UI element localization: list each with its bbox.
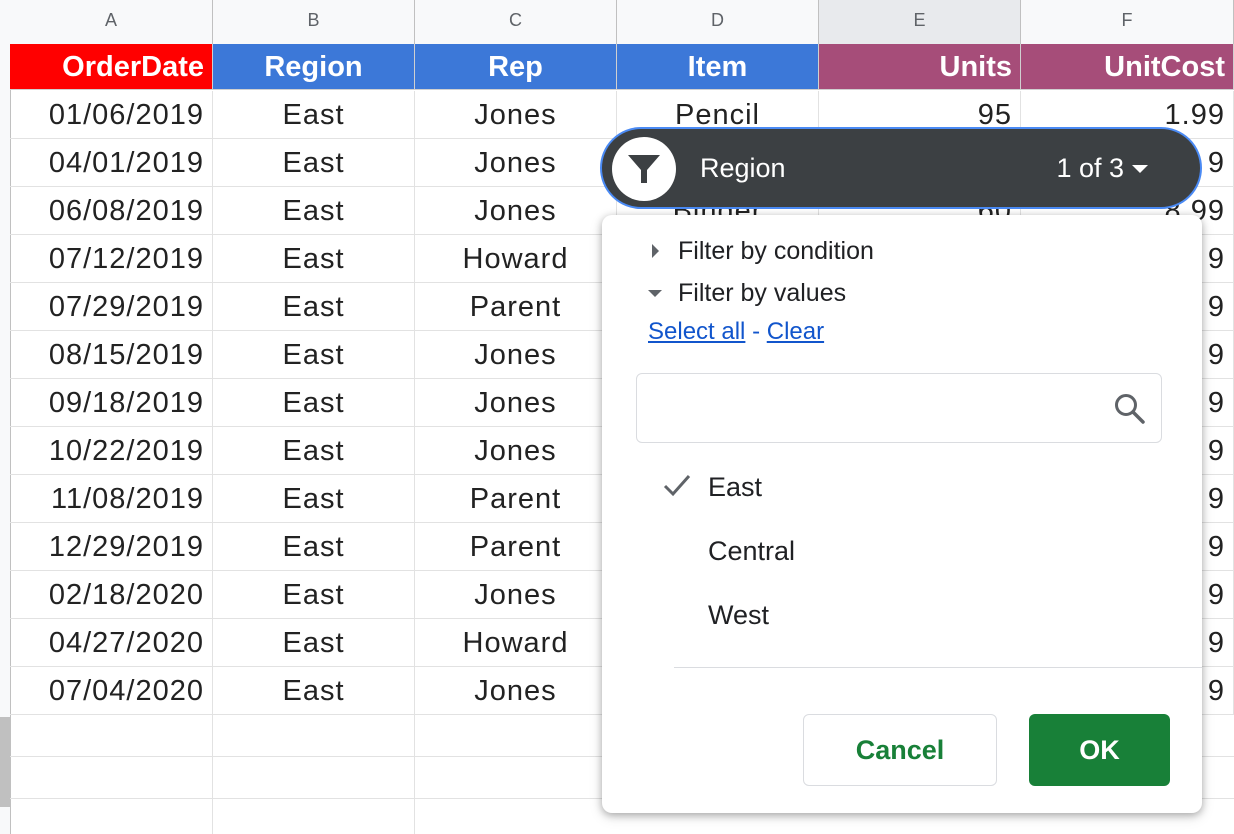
cell-order-date[interactable]: 07/04/2020	[10, 667, 213, 715]
select-all-link[interactable]: Select all	[648, 318, 745, 345]
cell-region[interactable]: East	[213, 139, 415, 187]
cell-region[interactable]: East	[213, 571, 415, 619]
cell-order-date[interactable]: 04/27/2020	[10, 619, 213, 667]
cell-rep[interactable]: Jones	[415, 379, 617, 427]
cell-rep[interactable]: Parent	[415, 475, 617, 523]
check-icon	[663, 475, 691, 497]
cell-region[interactable]: East	[213, 283, 415, 331]
cell-rep[interactable]: Jones	[415, 571, 617, 619]
cell-rep[interactable]: Jones	[415, 187, 617, 235]
header-cell-units[interactable]: Units	[819, 44, 1021, 90]
search-icon	[1115, 394, 1145, 424]
cell-rep[interactable]: Parent	[415, 283, 617, 331]
cell-region[interactable]: East	[213, 619, 415, 667]
filter-panel: Filter by condition Filter by values Sel…	[602, 215, 1202, 813]
column-header-e[interactable]: E	[819, 0, 1021, 44]
column-header-f[interactable]: F	[1021, 0, 1234, 44]
cancel-button[interactable]: Cancel	[803, 714, 997, 786]
header-cell-orderdate[interactable]: OrderDate	[10, 44, 213, 90]
cell-order-date[interactable]: 01/06/2019	[10, 91, 213, 139]
ok-button[interactable]: OK	[1029, 714, 1170, 786]
cell-region[interactable]: East	[213, 187, 415, 235]
cell-order-date[interactable]: 04/01/2019	[10, 139, 213, 187]
cell-order-date[interactable]: 11/08/2019	[10, 475, 213, 523]
filter-value-central[interactable]: Central	[708, 534, 795, 568]
chevron-down-icon	[1132, 165, 1148, 173]
cell-region[interactable]: East	[213, 475, 415, 523]
cell-region[interactable]: East	[213, 91, 415, 139]
link-separator: -	[752, 318, 761, 345]
column-header-a[interactable]: A	[10, 0, 213, 44]
cell-rep[interactable]: Jones	[415, 427, 617, 475]
filter-by-condition-toggle[interactable]: Filter by condition	[678, 235, 874, 267]
filter-value-east[interactable]: East	[708, 470, 762, 504]
cell-order-date[interactable]: 10/22/2019	[10, 427, 213, 475]
column-headers: A B C D E F	[0, 0, 1234, 45]
cell-order-date[interactable]: 12/29/2019	[10, 523, 213, 571]
column-header-b[interactable]: B	[213, 0, 415, 44]
filter-by-values-toggle[interactable]: Filter by values	[678, 277, 846, 309]
cell-region[interactable]: East	[213, 331, 415, 379]
grid-line	[414, 715, 415, 834]
expand-down-icon	[648, 290, 662, 297]
cell-region[interactable]: East	[213, 523, 415, 571]
filter-chip-count: 1 of 3	[1056, 153, 1124, 183]
cell-rep[interactable]: Jones	[415, 139, 617, 187]
select-links: Select all - Clear	[648, 317, 824, 347]
search-input[interactable]	[636, 373, 1162, 443]
cell-rep[interactable]: Howard	[415, 619, 617, 667]
cell-region[interactable]: East	[213, 235, 415, 283]
expand-right-icon	[652, 244, 659, 258]
header-cell-item[interactable]: Item	[617, 44, 819, 90]
filter-value-west[interactable]: West	[708, 598, 769, 632]
header-cell-unitcost[interactable]: UnitCost	[1021, 44, 1234, 90]
filter-chip-label: Region	[700, 153, 786, 183]
filter-icon	[628, 155, 660, 183]
cell-order-date[interactable]: 07/29/2019	[10, 283, 213, 331]
cell-rep[interactable]: Howard	[415, 235, 617, 283]
column-header-d[interactable]: D	[617, 0, 819, 44]
cell-rep[interactable]: Jones	[415, 667, 617, 715]
cell-region[interactable]: East	[213, 379, 415, 427]
cell-rep[interactable]: Jones	[415, 331, 617, 379]
filter-chip-region[interactable]: Region 1 of 3	[600, 127, 1202, 209]
cell-region[interactable]: East	[213, 667, 415, 715]
cell-order-date[interactable]: 07/12/2019	[10, 235, 213, 283]
grid-line	[212, 715, 213, 834]
cell-order-date[interactable]: 08/15/2019	[10, 331, 213, 379]
cell-rep[interactable]: Parent	[415, 523, 617, 571]
row-header-selection	[0, 717, 10, 807]
cell-order-date[interactable]: 09/18/2019	[10, 379, 213, 427]
cell-order-date[interactable]: 02/18/2020	[10, 571, 213, 619]
column-header-c[interactable]: C	[415, 0, 617, 44]
filter-icon-button[interactable]	[612, 137, 676, 201]
cell-order-date[interactable]: 06/08/2019	[10, 187, 213, 235]
header-cell-region[interactable]: Region	[213, 44, 415, 90]
divider	[674, 667, 1202, 668]
clear-link[interactable]: Clear	[767, 318, 824, 345]
cell-rep[interactable]: Jones	[415, 91, 617, 139]
cell-region[interactable]: East	[213, 427, 415, 475]
header-cell-rep[interactable]: Rep	[415, 44, 617, 90]
